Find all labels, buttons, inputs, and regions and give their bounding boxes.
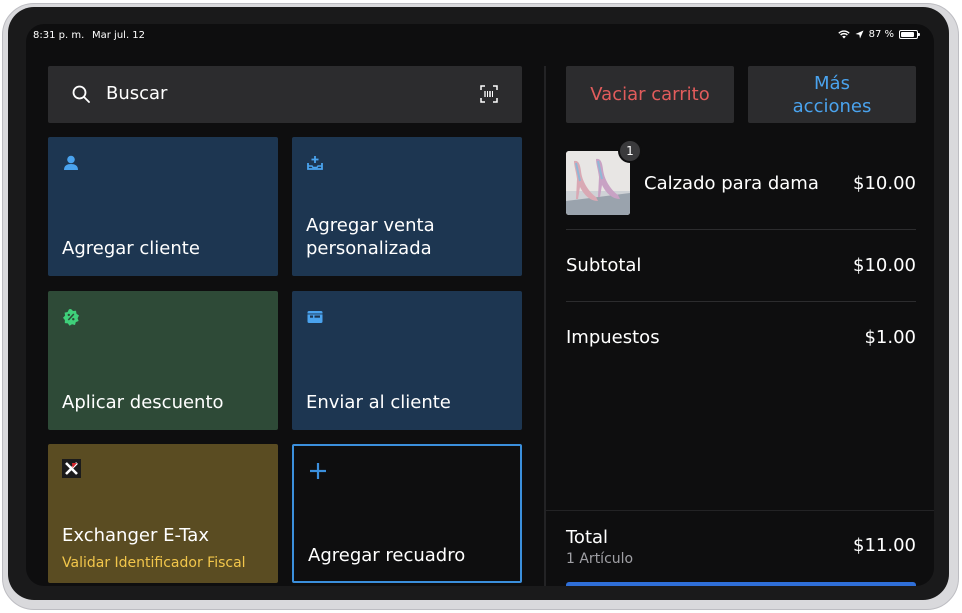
wifi-icon [837, 30, 850, 39]
quantity-badge: 1 [618, 139, 642, 163]
discount-badge-icon [63, 309, 79, 326]
more-actions-button[interactable]: Más acciones [748, 66, 916, 123]
tile-exchanger-subtitle: Validar Identificador Fiscal [62, 555, 246, 571]
search-bar[interactable]: Buscar [48, 66, 522, 123]
total-label: Total [566, 527, 609, 548]
tax-value: $1.00 [864, 327, 916, 348]
battery-level [901, 32, 915, 37]
status-indicators: 87 % [837, 29, 920, 40]
item-name[interactable]: Calzado para dama [644, 173, 819, 194]
battery-icon [899, 30, 920, 39]
status-date: Mar jul. 12 [92, 30, 146, 41]
tile-apply-discount[interactable]: Aplicar descuento [48, 291, 278, 430]
separator [566, 301, 916, 302]
tile-add-customer-label: Agregar cliente [62, 238, 200, 259]
tablet-bezel: 8:31 p. m. Mar jul. 12 87 % Buscar Agreg… [8, 7, 949, 600]
total-value: $11.00 [853, 535, 916, 556]
charge-button[interactable] [566, 582, 916, 586]
total-item-count: 1 Artículo [566, 551, 634, 567]
exchanger-logo-icon [62, 459, 81, 478]
item-price: $10.00 [853, 173, 916, 194]
battery-percent: 87 % [868, 29, 894, 40]
separator [566, 229, 916, 230]
person-icon [64, 155, 78, 170]
tile-add-tile-label: Agregar recuadro [308, 545, 466, 566]
tile-add-customer[interactable]: Agregar cliente [48, 137, 278, 276]
location-arrow-icon [855, 30, 864, 39]
search-input[interactable]: Buscar [106, 83, 167, 104]
tile-custom-sale-label: Agregar venta personalizada [306, 215, 435, 259]
subtotal-label: Subtotal [566, 255, 642, 276]
tile-send-customer[interactable]: Enviar al cliente [292, 291, 522, 430]
total-separator [546, 510, 934, 511]
tray-add-icon [307, 156, 323, 170]
tile-exchanger-etax[interactable]: Exchanger E-Tax Validar Identificador Fi… [48, 444, 278, 583]
clear-cart-button[interactable]: Vaciar carrito [566, 66, 734, 123]
more-actions-label: Más acciones [792, 72, 872, 117]
item-thumbnail [566, 151, 630, 215]
shoes-image [566, 151, 630, 215]
tax-label: Impuestos [566, 327, 660, 348]
screen: 8:31 p. m. Mar jul. 12 87 % Buscar Agreg… [26, 24, 934, 586]
plus-icon [310, 463, 326, 479]
register-icon [307, 311, 323, 323]
tile-add-tile[interactable]: Agregar recuadro [292, 444, 522, 583]
panel-divider [544, 66, 546, 586]
barcode-scan-icon[interactable] [480, 85, 498, 103]
tile-custom-sale[interactable]: Agregar venta personalizada [292, 137, 522, 276]
tile-apply-discount-label: Aplicar descuento [62, 392, 224, 413]
subtotal-value: $10.00 [853, 255, 916, 276]
tile-send-customer-label: Enviar al cliente [306, 392, 451, 413]
search-icon [72, 85, 90, 103]
status-bar: 8:31 p. m. Mar jul. 12 87 % [26, 24, 934, 46]
status-time: 8:31 p. m. [33, 30, 85, 41]
tile-exchanger-title: Exchanger E-Tax [62, 525, 209, 546]
